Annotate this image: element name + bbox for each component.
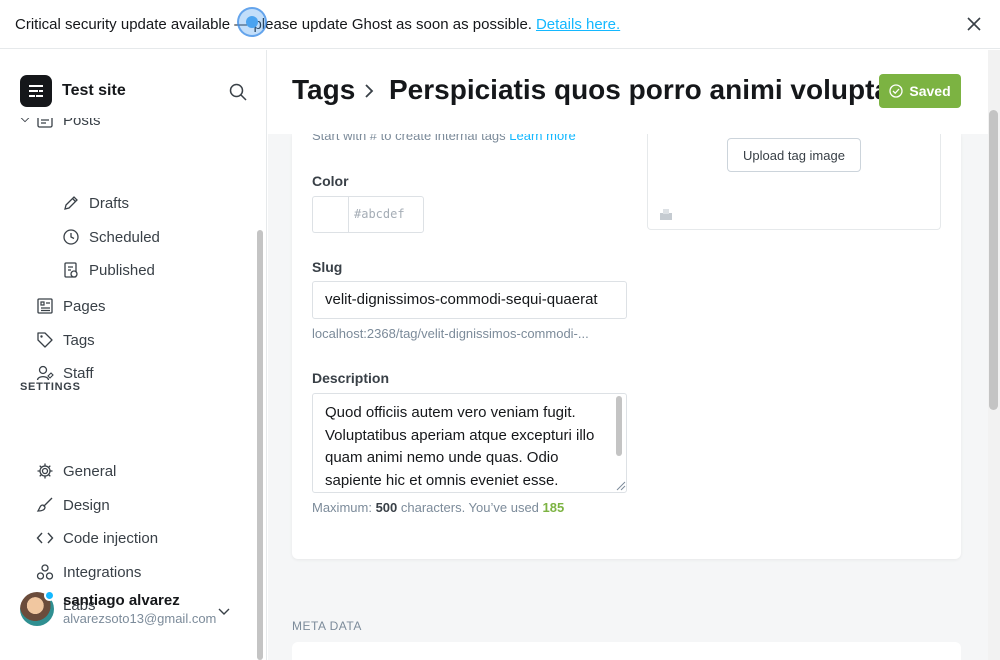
sidebar-item-code-injection[interactable]: Code injection (36, 529, 158, 547)
gear-icon (37, 463, 53, 479)
sidebar-item-general[interactable]: General (36, 462, 116, 480)
site-logo-icon (20, 75, 52, 107)
user-info: santiago alvarez alvarezsoto13@gmail.com (63, 592, 216, 626)
character-counter: Maximum: 500 characters. You’ve used 185 (312, 500, 564, 515)
image-placeholder-icon (660, 209, 672, 220)
main-content: Start with # to create internal tags Lea… (268, 50, 1000, 660)
clock-icon (63, 229, 79, 245)
banner-text: Critical security update available — ple… (15, 15, 532, 33)
page-title: Perspiciatis quos porro animi voluptate (389, 74, 915, 105)
page-header: Tags Perspiciatis quos porro animi volup… (268, 50, 988, 134)
color-label: Color (312, 173, 349, 189)
avatar (20, 590, 55, 626)
update-banner: Critical security update available — ple… (0, 0, 1000, 49)
sidebar-item-pages[interactable]: Pages (36, 297, 106, 315)
cursor-indicator (237, 7, 267, 37)
saved-label: Saved (909, 83, 951, 99)
sidebar-item-posts[interactable]: Posts (20, 118, 101, 129)
slug-input[interactable]: velit-dignissimos-commodi-sequi-quaerat (312, 281, 627, 319)
tag-image-box[interactable]: Upload tag image (647, 134, 941, 230)
sidebar-item-label: Staff (63, 364, 94, 382)
sidebar-nav: Posts Drafts Scheduled Published Pages T… (0, 118, 252, 660)
brush-icon (36, 497, 53, 512)
breadcrumb-tags[interactable]: Tags (292, 74, 355, 106)
published-icon (64, 262, 78, 278)
meta-data-card (292, 642, 961, 660)
sidebar-item-label: Posts (63, 118, 101, 129)
chevron-down-icon[interactable] (20, 118, 30, 125)
main-scrollbar[interactable] (989, 110, 998, 410)
sidebar-item-drafts[interactable]: Drafts (62, 194, 129, 212)
counter-prefix: Maximum: (312, 500, 376, 515)
chevron-right-icon (365, 84, 374, 98)
meta-data-heading: META DATA (292, 619, 362, 633)
sidebar-item-label: General (63, 462, 117, 480)
counter-max: 500 (375, 500, 398, 515)
pencil-icon (64, 196, 78, 210)
settings-heading: SETTINGS (20, 381, 81, 393)
sidebar-item-published[interactable]: Published (62, 261, 155, 279)
code-icon (36, 532, 54, 544)
sidebar-item-label: Code injection (63, 529, 159, 547)
chevron-down-icon[interactable] (217, 604, 231, 618)
search-icon[interactable] (228, 82, 248, 102)
counter-middle: characters. You’ve used (397, 500, 543, 515)
slug-label: Slug (312, 259, 343, 275)
banner-details-link[interactable]: Details here. (536, 16, 620, 33)
sidebar-item-label: Pages (63, 297, 106, 315)
description-label: Description (312, 370, 390, 386)
sidebar-scrollbar[interactable] (257, 230, 263, 660)
sidebar-item-tags[interactable]: Tags (36, 331, 95, 349)
tag-settings-card: Start with # to create internal tags Lea… (292, 128, 961, 559)
close-icon[interactable] (965, 15, 983, 33)
sidebar-item-design[interactable]: Design (36, 496, 110, 514)
sidebar-item-label: Published (89, 261, 155, 279)
staff-icon (36, 365, 54, 381)
sidebar-item-label: Integrations (63, 563, 142, 581)
color-input[interactable]: #abcdef (348, 196, 424, 233)
sidebar-item-label: Scheduled (89, 228, 160, 246)
user-menu[interactable]: santiago alvarez alvarezsoto13@gmail.com (20, 590, 230, 626)
upload-tag-image-button[interactable]: Upload tag image (727, 138, 861, 172)
site-header[interactable]: Test site (20, 75, 126, 107)
user-name: santiago alvarez (63, 592, 180, 609)
pages-icon (37, 298, 53, 314)
slug-url-preview: localhost:2368/tag/velit-dignissimos-com… (312, 326, 589, 341)
tag-icon (37, 332, 53, 348)
site-name: Test site (62, 82, 126, 99)
sidebar-item-label: Drafts (89, 194, 130, 212)
description-scrollbar[interactable] (614, 396, 624, 466)
notification-dot (44, 590, 55, 601)
description-textarea[interactable]: Quod officiis autem vero veniam fugit. V… (312, 393, 627, 493)
resize-handle-icon[interactable] (615, 480, 626, 491)
sidebar-item-label: Design (63, 496, 110, 514)
saved-button[interactable]: Saved (879, 74, 961, 108)
sidebar-item-scheduled[interactable]: Scheduled (62, 228, 160, 246)
sidebar-item-label: Tags (63, 331, 95, 349)
color-swatch[interactable] (312, 196, 349, 233)
posts-icon (37, 118, 53, 128)
check-circle-icon (889, 84, 904, 98)
integrations-icon (36, 564, 54, 580)
counter-used: 185 (542, 500, 565, 515)
user-email: alvarezsoto13@gmail.com (63, 611, 217, 626)
sidebar-item-integrations[interactable]: Integrations (36, 563, 141, 581)
sidebar-item-staff[interactable]: Staff (36, 364, 94, 382)
sidebar: Test site Posts Drafts Scheduled Publish… (0, 50, 267, 660)
